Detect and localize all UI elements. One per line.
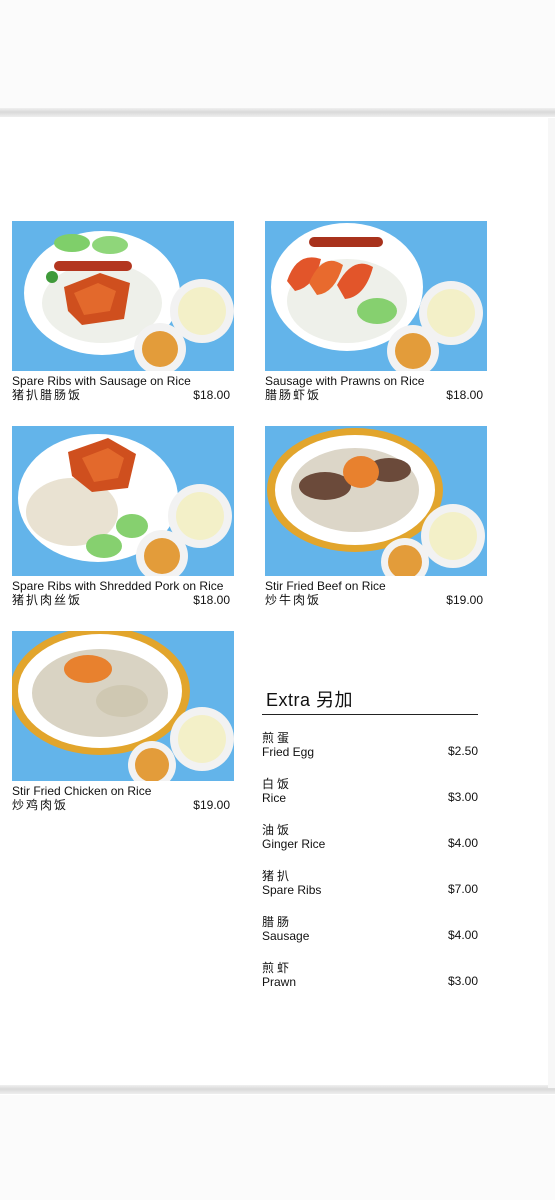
- extra-item[interactable]: 油饭 Ginger Rice $4.00: [262, 823, 478, 869]
- dish-photo: [265, 221, 487, 371]
- extra-chinese-name: 腊肠: [262, 915, 293, 929]
- extra-chinese-name: 猪扒: [262, 869, 293, 883]
- extra-item[interactable]: 白饭 Rice $3.00: [262, 777, 478, 823]
- dish-photo: [12, 426, 234, 576]
- extra-price: $7.00: [447, 882, 478, 896]
- page-divider-top: [0, 108, 555, 117]
- extra-item[interactable]: 腊肠 Sausage $4.00: [262, 915, 478, 961]
- dish-chinese-name: 炒鸡肉饭: [12, 798, 69, 812]
- extra-name: Rice: [262, 791, 287, 805]
- dish-name: Sausage with Prawns on Rice: [265, 374, 425, 388]
- dish-name: Spare Ribs with Sausage on Rice: [12, 374, 191, 388]
- dish-photo: [12, 631, 234, 781]
- extra-chinese-name: 白饭: [262, 777, 293, 791]
- extra-list: 煎蛋 Fried Egg $2.50 白饭 Rice $3.00 油饭 Ging…: [262, 731, 478, 1007]
- dish-name: Stir Fried Chicken on Rice: [12, 784, 152, 798]
- dish-price: $18.00: [446, 388, 483, 402]
- page-divider-bottom: [0, 1085, 555, 1094]
- extra-name: Ginger Rice: [262, 837, 326, 851]
- menu-item[interactable]: Stir Fried Beef on Rice 炒牛肉饭 $19.00: [265, 426, 487, 608]
- extra-item[interactable]: 煎蛋 Fried Egg $2.50: [262, 731, 478, 777]
- page-edge: [548, 118, 555, 1088]
- extra-name: Spare Ribs: [262, 883, 322, 897]
- extra-price: $2.50: [447, 744, 478, 758]
- dish-name: Stir Fried Beef on Rice: [265, 579, 386, 593]
- dish-photo: [12, 221, 234, 371]
- extra-item[interactable]: 猪扒 Spare Ribs $7.00: [262, 869, 478, 915]
- extra-chinese-name: 煎虾: [262, 961, 293, 975]
- menu-item[interactable]: Spare Ribs with Sausage on Rice 猪扒腊肠饭 $1…: [12, 221, 234, 403]
- extra-price: $3.00: [447, 790, 478, 804]
- extra-name: Fried Egg: [262, 745, 315, 759]
- extra-price: $3.00: [447, 974, 478, 988]
- dish-photo: [265, 426, 487, 576]
- extra-price: $4.00: [447, 928, 478, 942]
- dish-price: $18.00: [193, 388, 230, 402]
- dish-price: $19.00: [446, 593, 483, 607]
- dish-chinese-name: 腊肠虾饭: [265, 388, 322, 402]
- extra-chinese-name: 煎蛋: [262, 731, 293, 745]
- dish-chinese-name: 猪扒腊肠饭: [12, 388, 83, 402]
- dish-price: $19.00: [193, 798, 230, 812]
- extra-item[interactable]: 煎虾 Prawn $3.00: [262, 961, 478, 1007]
- extra-price: $4.00: [447, 836, 478, 850]
- dish-price: $18.00: [193, 593, 230, 607]
- top-margin: [0, 0, 555, 108]
- extra-name: Sausage: [262, 929, 310, 943]
- dish-name: Spare Ribs with Shredded Pork on Rice: [12, 579, 224, 593]
- extra-section-title: Extra 另加: [262, 686, 478, 715]
- menu-item[interactable]: Spare Ribs with Shredded Pork on Rice 猪扒…: [12, 426, 234, 608]
- menu-item[interactable]: Sausage with Prawns on Rice 腊肠虾饭 $18.00: [265, 221, 487, 403]
- extra-name: Prawn: [262, 975, 297, 989]
- dish-chinese-name: 炒牛肉饭: [265, 593, 322, 607]
- bottom-margin: [0, 1095, 555, 1200]
- menu-item[interactable]: Stir Fried Chicken on Rice 炒鸡肉饭 $19.00: [12, 631, 234, 813]
- dish-chinese-name: 猪扒肉丝饭: [12, 593, 83, 607]
- extra-chinese-name: 油饭: [262, 823, 293, 837]
